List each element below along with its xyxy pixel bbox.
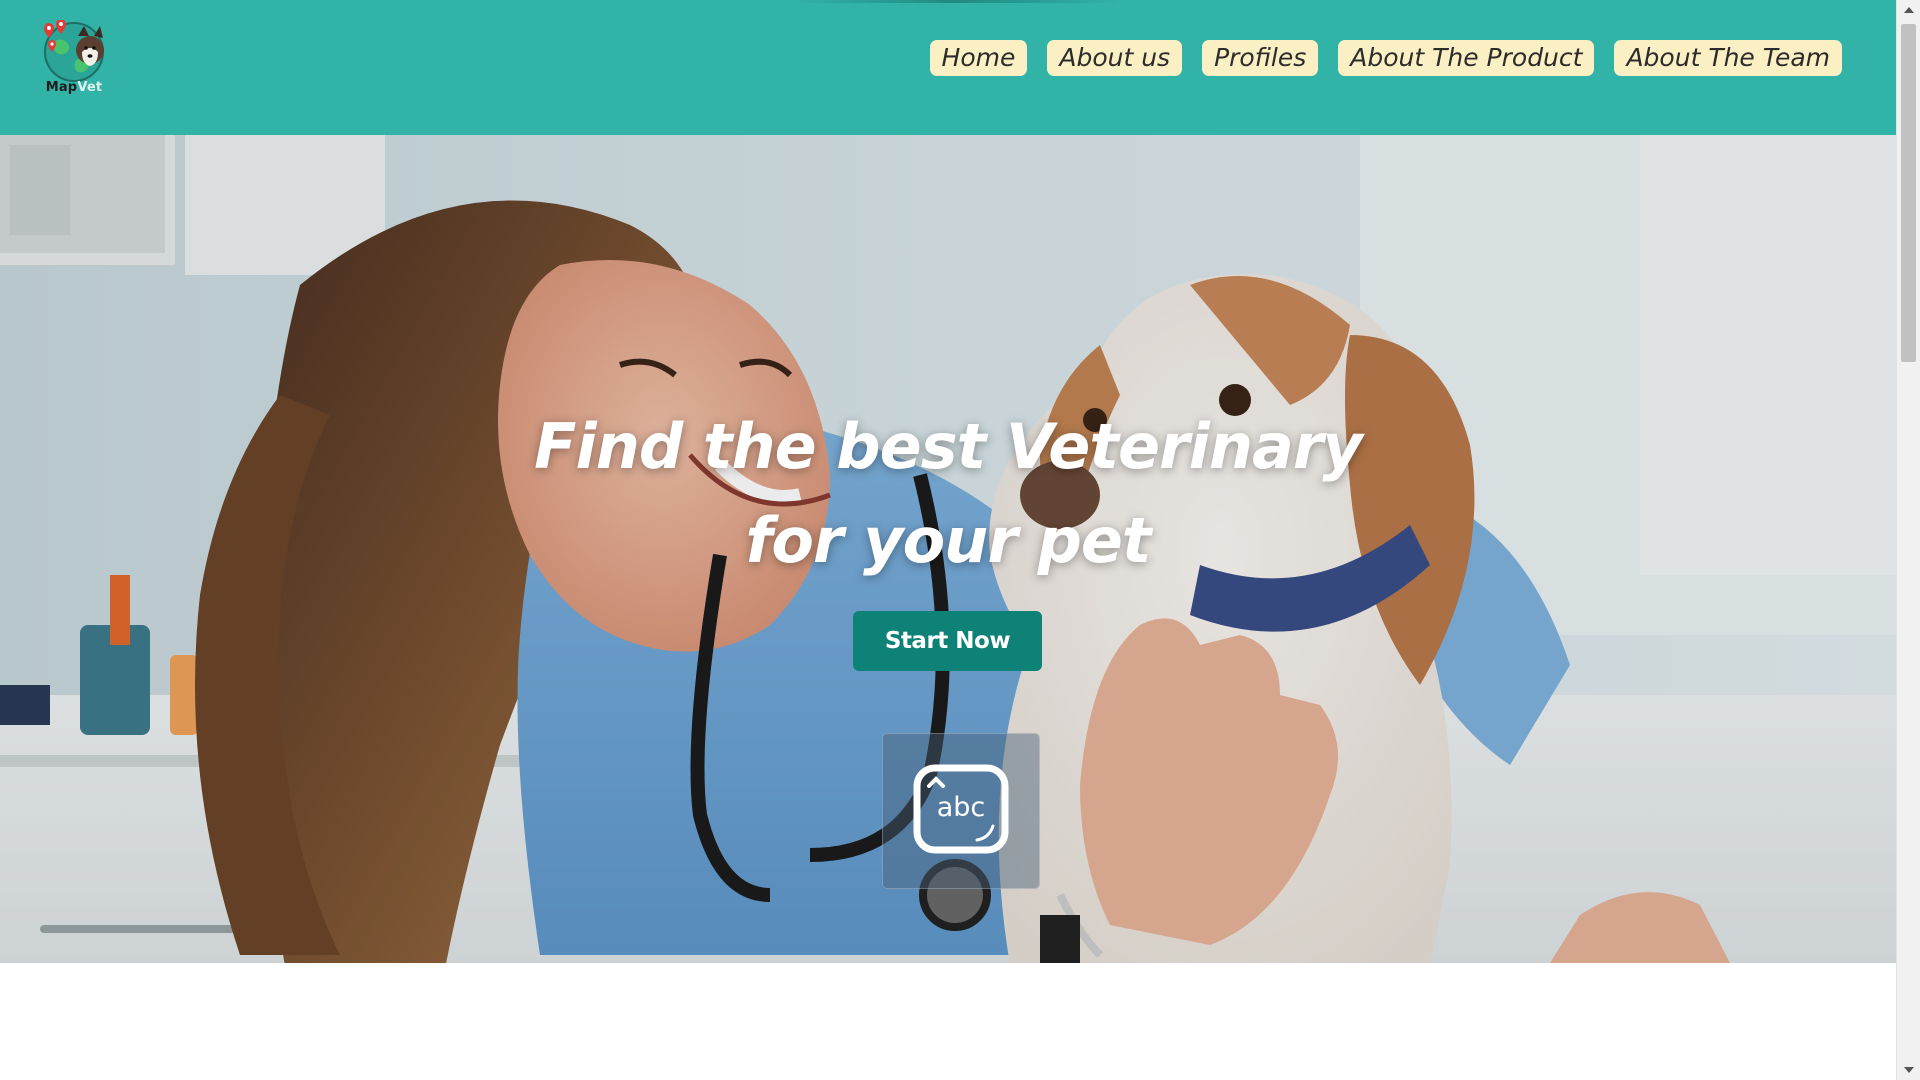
- nav-item-about-the-team[interactable]: About The Team: [1614, 40, 1842, 76]
- hero-title-line-2: for your pet: [745, 504, 1151, 577]
- start-now-button[interactable]: Start Now: [853, 611, 1042, 671]
- keyboard-icon: abc: [913, 764, 1009, 854]
- nav-item-about-us[interactable]: About us: [1047, 40, 1183, 76]
- site-header: MapVet Home About us Profiles About The …: [0, 0, 1896, 135]
- on-screen-keyboard-toggle[interactable]: abc: [882, 733, 1040, 889]
- nav-item-home[interactable]: Home: [929, 40, 1028, 76]
- content-area: [0, 963, 1896, 1080]
- logo-text-map: Map: [45, 80, 78, 95]
- page-scrollbar[interactable]: [1896, 0, 1920, 1080]
- logo-icon: [44, 19, 104, 82]
- mapvet-logo[interactable]: MapVet: [36, 19, 112, 100]
- keyboard-icon-label: abc: [936, 792, 986, 823]
- scrollbar-thumb[interactable]: [1901, 24, 1916, 362]
- hero-title: Find the best Veterinary for your pet: [0, 400, 1896, 588]
- logo-text-vet: Vet: [77, 80, 103, 95]
- hero-title-line-1: Find the best Veterinary: [534, 410, 1363, 483]
- scroll-up-arrow-icon[interactable]: [1904, 7, 1914, 13]
- hero-section: Find the best Veterinary for your pet St…: [0, 135, 1896, 963]
- scroll-down-arrow-icon[interactable]: [1904, 1067, 1914, 1073]
- nav-item-profiles[interactable]: Profiles: [1202, 40, 1319, 76]
- page: MapVet Home About us Profiles About The …: [0, 0, 1896, 1080]
- nav-item-about-the-product[interactable]: About The Product: [1338, 40, 1595, 76]
- main-nav: Home About us Profiles About The Product…: [929, 40, 1842, 76]
- logo-wordmark: MapVet: [36, 80, 112, 95]
- header-shadow: [790, 0, 1120, 3]
